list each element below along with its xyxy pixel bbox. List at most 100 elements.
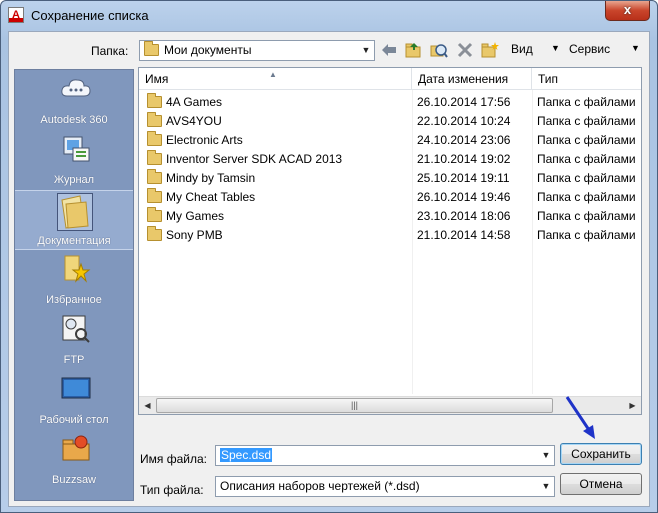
place-favorites[interactable]: Избранное — [15, 250, 133, 310]
folder-icon — [147, 168, 162, 184]
file-type: Папка с файлами — [537, 171, 636, 185]
autocad-app-icon: A — [8, 7, 24, 23]
column-header-name[interactable]: ▲ Имя — [139, 68, 412, 90]
folder-icon — [147, 225, 162, 241]
file-row[interactable]: My Cheat Tables 26.10.2014 19:46 Папка с… — [139, 187, 641, 207]
chevron-down-icon[interactable]: ▼ — [538, 477, 554, 496]
save-list-dialog: A Сохранение списка x Папка: Мои докумен… — [0, 0, 658, 513]
place-history[interactable]: Журнал — [15, 130, 133, 190]
file-name: AVS4YOU — [166, 114, 222, 128]
view-menu[interactable]: Вид — [511, 42, 533, 56]
file-modified: 23.10.2014 18:06 — [417, 209, 511, 223]
scrollbar-thumb[interactable]: ||| — [156, 398, 553, 413]
tools-menu[interactable]: Сервис — [569, 42, 610, 56]
file-modified: 26.10.2014 19:46 — [417, 190, 511, 204]
save-button[interactable]: Сохранить — [560, 443, 642, 465]
place-label: Рабочий стол — [39, 414, 109, 426]
place-label: FTP — [63, 354, 85, 366]
folder-icon — [147, 130, 162, 146]
file-type: Папка с файлами — [537, 228, 636, 242]
file-name: Inventor Server SDK ACAD 2013 — [166, 152, 343, 166]
dialog-body: Папка: Мои документы ▼ Вид ▼ Сервис ▼ Au… — [8, 31, 650, 507]
place-documents[interactable]: Документация — [15, 190, 133, 250]
history-icon — [59, 134, 93, 164]
folder-icon — [147, 149, 162, 165]
file-name: My Cheat Tables — [166, 190, 256, 204]
place-label: Журнал — [53, 174, 95, 186]
filename-field[interactable]: Spec.dsd ▼ — [215, 445, 555, 466]
file-row[interactable]: AVS4YOU 22.10.2014 10:24 Папка с файлами — [139, 111, 641, 131]
filename-label: Имя файла: — [140, 452, 207, 466]
documents-folder-icon — [57, 193, 93, 231]
window-title: Сохранение списка — [31, 8, 149, 23]
file-name: Electronic Arts — [166, 133, 243, 147]
scroll-left-icon[interactable]: ◀ — [139, 397, 156, 414]
file-name: My Games — [166, 209, 225, 223]
file-row[interactable]: My Games 23.10.2014 18:06 Папка с файлам… — [139, 206, 641, 226]
back-icon[interactable] — [380, 41, 398, 59]
file-type: Папка с файлами — [537, 190, 636, 204]
file-modified: 22.10.2014 10:24 — [417, 114, 511, 128]
tools-dropdown-icon[interactable]: ▼ — [631, 43, 640, 53]
file-row[interactable]: Electronic Arts 24.10.2014 23:06 Папка с… — [139, 130, 641, 150]
file-list[interactable]: ▲ Имя Дата изменения Тип 4A Games 26.10.… — [138, 67, 642, 415]
favorites-icon — [59, 254, 93, 284]
delete-icon[interactable] — [456, 41, 474, 59]
column-header-label: Дата изменения — [418, 72, 509, 86]
chevron-down-icon[interactable]: ▼ — [358, 41, 374, 60]
file-modified: 24.10.2014 23:06 — [417, 133, 511, 147]
chevron-down-icon[interactable]: ▼ — [538, 446, 554, 465]
folder-icon — [147, 92, 162, 108]
title-bar[interactable]: A Сохранение списка x — [1, 1, 657, 31]
cancel-button[interactable]: Отмена — [560, 473, 642, 495]
file-row[interactable]: Sony PMB 21.10.2014 14:58 Папка с файлам… — [139, 225, 641, 245]
file-name: Sony PMB — [166, 228, 223, 242]
file-row[interactable]: 4A Games 26.10.2014 17:56 Папка с файлам… — [139, 92, 641, 112]
file-type: Папка с файлами — [537, 114, 636, 128]
place-autodesk-360[interactable]: Autodesk 360 — [15, 70, 133, 130]
new-folder-icon[interactable] — [481, 41, 499, 59]
file-type: Папка с файлами — [537, 133, 636, 147]
close-button[interactable]: x — [605, 1, 650, 21]
column-header-modified[interactable]: Дата изменения — [412, 68, 532, 90]
ftp-icon — [59, 314, 93, 344]
up-folder-icon[interactable] — [404, 41, 422, 59]
annotation-arrow-icon — [565, 396, 595, 439]
file-modified: 26.10.2014 17:56 — [417, 95, 511, 109]
filetype-select[interactable]: Описания наборов чертежей (*.dsd) ▼ — [215, 476, 555, 497]
cloud-icon — [59, 74, 93, 104]
column-header-type[interactable]: Тип — [532, 68, 641, 90]
place-label: Autodesk 360 — [40, 114, 108, 126]
folder-icon — [147, 206, 162, 222]
filetype-value: Описания наборов чертежей (*.dsd) — [220, 479, 420, 493]
places-bar: Autodesk 360 Журнал Документация Избранн… — [14, 69, 134, 501]
file-row[interactable]: Inventor Server SDK ACAD 2013 21.10.2014… — [139, 149, 641, 169]
desktop-icon — [59, 374, 93, 404]
folder-icon — [147, 111, 162, 127]
view-dropdown-icon[interactable]: ▼ — [551, 43, 560, 53]
folder-combo[interactable]: Мои документы ▼ — [139, 40, 375, 61]
place-buzzsaw[interactable]: Buzzsaw — [15, 430, 133, 490]
place-label: Buzzsaw — [51, 474, 97, 486]
scroll-right-icon[interactable]: ▶ — [624, 397, 641, 414]
file-modified: 21.10.2014 14:58 — [417, 228, 511, 242]
search-web-icon[interactable] — [430, 41, 448, 59]
place-label: Избранное — [46, 294, 102, 306]
column-header-label: Имя — [145, 72, 169, 86]
file-modified: 21.10.2014 19:02 — [417, 152, 511, 166]
folder-combo-value: Мои документы — [164, 43, 252, 57]
filetype-label: Тип файла: — [140, 483, 204, 497]
place-desktop[interactable]: Рабочий стол — [15, 370, 133, 430]
buzzsaw-icon — [59, 434, 93, 464]
file-type: Папка с файлами — [537, 95, 636, 109]
file-type: Папка с файлами — [537, 152, 636, 166]
place-ftp[interactable]: FTP — [15, 310, 133, 370]
file-type: Папка с файлами — [537, 209, 636, 223]
filename-value: Spec.dsd — [220, 448, 273, 462]
folder-icon — [147, 187, 162, 203]
file-name: Mindy by Tamsin — [166, 171, 256, 185]
place-label: Документация — [37, 235, 111, 247]
file-modified: 25.10.2014 19:11 — [417, 171, 510, 185]
file-row[interactable]: Mindy by Tamsin 25.10.2014 19:11 Папка с… — [139, 168, 641, 188]
column-header-label: Тип — [538, 72, 559, 86]
